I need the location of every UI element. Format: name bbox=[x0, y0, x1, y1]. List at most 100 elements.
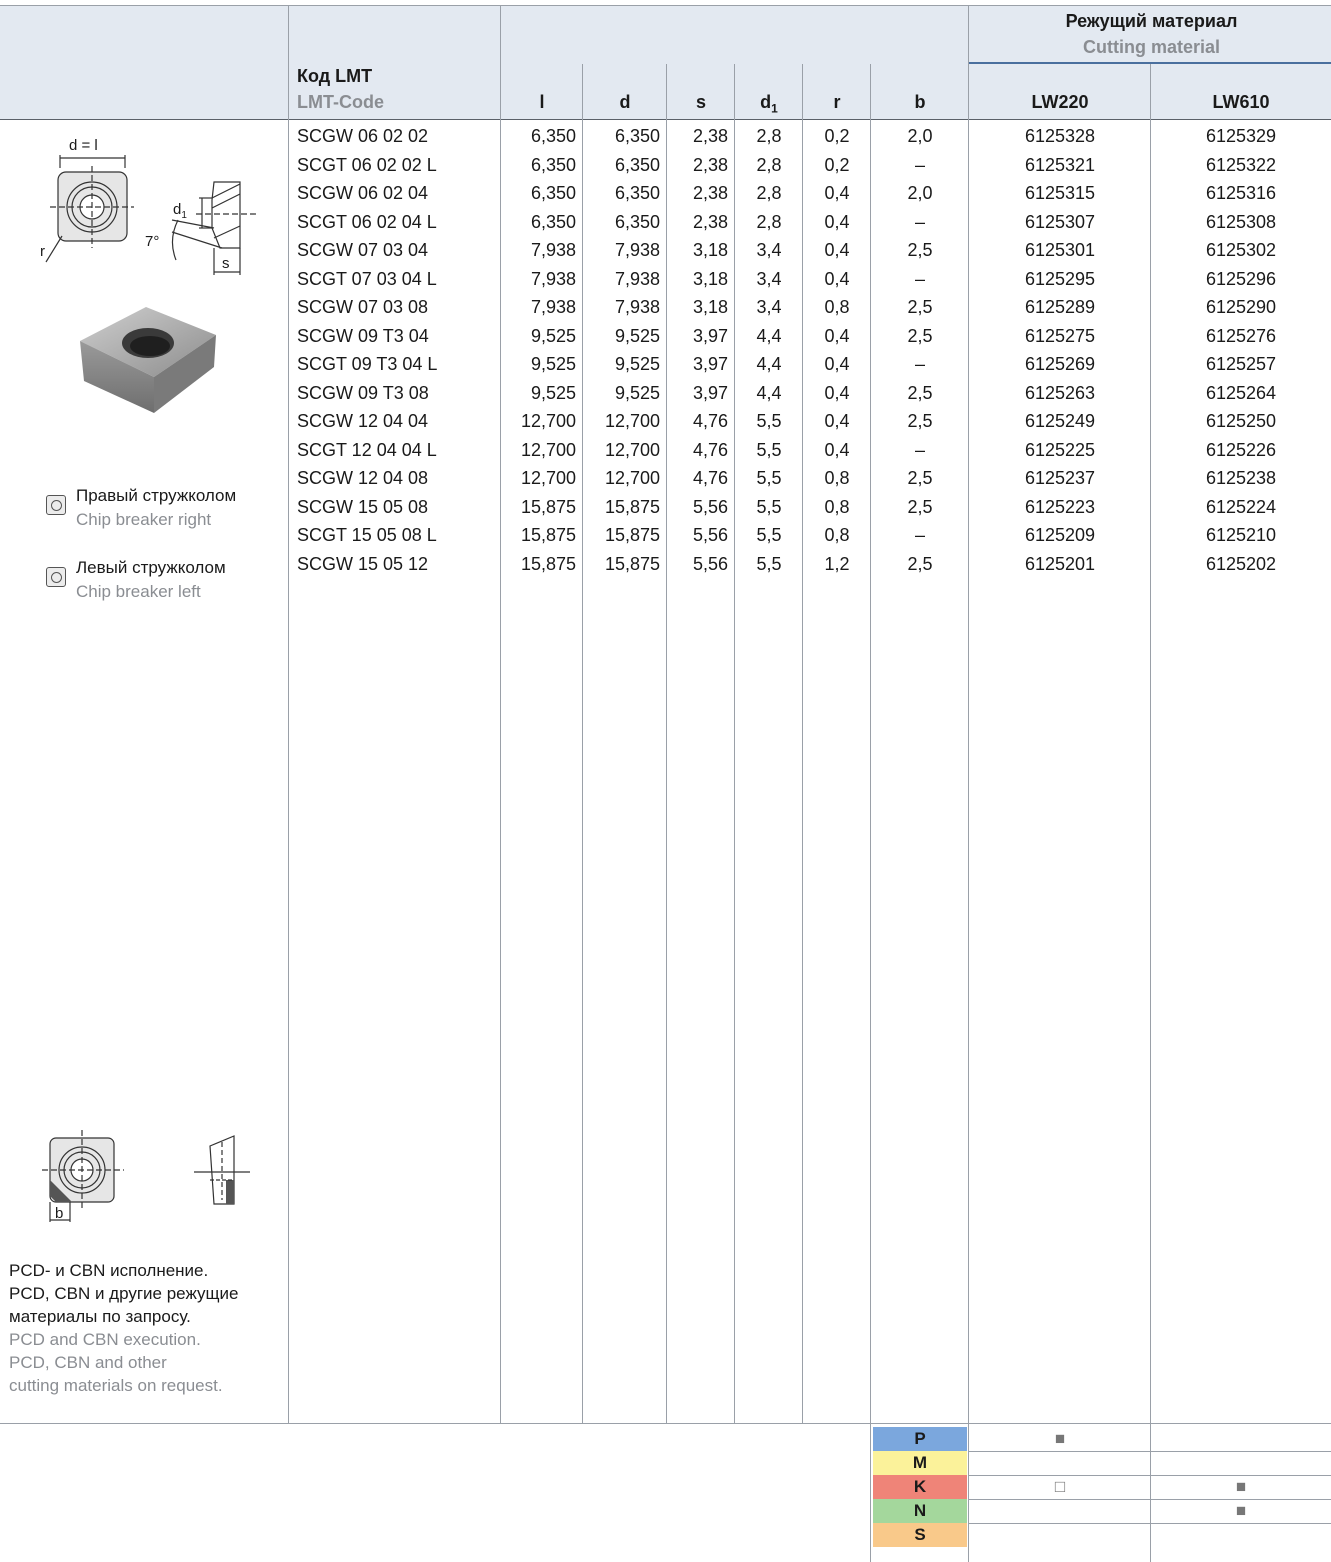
iso-group-k: K bbox=[873, 1475, 967, 1499]
cell-d: 9,525 bbox=[614, 325, 660, 346]
cell-s: 3,97 bbox=[692, 325, 728, 346]
cell-lw220: 6125289 bbox=[1024, 297, 1096, 318]
cell-lw220: 6125263 bbox=[1024, 382, 1096, 403]
cell-l: 7,938 bbox=[530, 297, 576, 318]
cell-lw220: 6125328 bbox=[1024, 126, 1096, 147]
cell-d: 7,938 bbox=[614, 268, 660, 289]
note-en-line: cutting materials on request. bbox=[9, 1376, 223, 1395]
cell-lw610: 6125322 bbox=[1205, 154, 1277, 175]
table-row: SCGW 15 05 12 15,875 15,875 5,56 5,5 1,2 2,5 61… bbox=[289, 550, 1331, 579]
note-ru-line: PCD, CBN и другие режущие bbox=[9, 1284, 239, 1303]
cell-l: 12,700 bbox=[520, 439, 576, 460]
cell-d1: 2,8 bbox=[756, 154, 782, 175]
cell-r: 0,4 bbox=[824, 268, 850, 289]
cell-r: 0,4 bbox=[824, 411, 850, 432]
dim-label-b: b bbox=[55, 1205, 63, 1222]
cell-r: 0,8 bbox=[824, 297, 850, 318]
dim-label-d1-base: d bbox=[173, 201, 181, 218]
cell-b: 2,5 bbox=[907, 553, 933, 574]
insert-table: SCGW 06 02 02 6,350 6,350 2,38 2,8 0,2 2,0 6125… bbox=[289, 122, 1331, 578]
table-row: SCGW 07 03 04 7,938 7,938 3,18 3,4 0,4 2,5 6125… bbox=[289, 236, 1331, 265]
table-row: SCGT 12 04 04 L 12,700 12,700 4,76 5,5 0,4 – 61… bbox=[289, 436, 1331, 465]
cell-b: 2,0 bbox=[907, 183, 933, 204]
iso-group-s: S bbox=[873, 1523, 967, 1547]
cell-r: 0,4 bbox=[824, 382, 850, 403]
cell-code: SCGT 07 03 04 L bbox=[297, 268, 437, 289]
cell-lw220: 6125237 bbox=[1024, 468, 1096, 489]
note-en-line: PCD, CBN and other bbox=[9, 1353, 167, 1372]
cell-b: – bbox=[914, 154, 925, 175]
cell-lw220: 6125201 bbox=[1024, 553, 1096, 574]
cell-lw220: 6125301 bbox=[1024, 240, 1096, 261]
iso-mark-lw610: ■ bbox=[1235, 1477, 1247, 1496]
iso-mark-lw220: □ bbox=[1054, 1477, 1066, 1496]
cell-lw610: 6125224 bbox=[1205, 496, 1277, 517]
col-header-d1: d1 bbox=[735, 92, 803, 116]
cell-lw610: 6125202 bbox=[1205, 553, 1277, 574]
cell-lw610: 6125264 bbox=[1205, 382, 1277, 403]
cell-code: SCGW 12 04 08 bbox=[297, 468, 429, 489]
cell-d: 9,525 bbox=[614, 382, 660, 403]
code-header-ru: Код LMT bbox=[297, 66, 373, 86]
cell-s: 3,97 bbox=[692, 354, 728, 375]
cell-lw220: 6125223 bbox=[1024, 496, 1096, 517]
cell-d: 6,350 bbox=[614, 183, 660, 204]
cell-s: 5,56 bbox=[692, 525, 728, 546]
cell-d: 7,938 bbox=[614, 297, 660, 318]
cell-lw610: 6125250 bbox=[1205, 411, 1277, 432]
cell-r: 0,4 bbox=[824, 240, 850, 261]
cell-l: 6,350 bbox=[530, 211, 576, 232]
cell-r: 0,4 bbox=[824, 211, 850, 232]
table-row: SCGW 06 02 04 6,350 6,350 2,38 2,8 0,4 2,0 6125… bbox=[289, 179, 1331, 208]
cell-lw610: 6125276 bbox=[1205, 325, 1277, 346]
dim-label-angle: 7° bbox=[145, 233, 159, 250]
chip-breaker-right-icon bbox=[46, 495, 66, 515]
cell-code: SCGW 09 T3 04 bbox=[297, 325, 429, 346]
cell-lw610: 6125238 bbox=[1205, 468, 1277, 489]
code-header-en: LMT-Code bbox=[297, 92, 384, 112]
cell-r: 0,8 bbox=[824, 468, 850, 489]
cell-r: 0,2 bbox=[824, 126, 850, 147]
table-row: SCGW 06 02 02 6,350 6,350 2,38 2,8 0,2 2,0 6125… bbox=[289, 122, 1331, 151]
cell-d: 6,350 bbox=[614, 126, 660, 147]
cell-l: 9,525 bbox=[530, 382, 576, 403]
cell-lw610: 6125302 bbox=[1205, 240, 1277, 261]
note-en: PCD and CBN execution. PCD, CBN and othe… bbox=[9, 1328, 223, 1397]
cell-l: 9,525 bbox=[530, 354, 576, 375]
cell-lw610: 6125308 bbox=[1205, 211, 1277, 232]
cell-r: 0,4 bbox=[824, 354, 850, 375]
cell-code: SCGW 07 03 08 bbox=[297, 297, 429, 318]
note-ru-line: материалы по запросу. bbox=[9, 1307, 191, 1326]
cell-code: SCGW 07 03 04 bbox=[297, 240, 429, 261]
cell-lw220: 6125269 bbox=[1024, 354, 1096, 375]
cell-r: 0,4 bbox=[824, 183, 850, 204]
cell-lw610: 6125290 bbox=[1205, 297, 1277, 318]
cell-b: – bbox=[914, 268, 925, 289]
cell-b: – bbox=[914, 211, 925, 232]
chip-breaker-left-icon bbox=[46, 567, 66, 587]
cell-d: 15,875 bbox=[604, 525, 660, 546]
cell-l: 15,875 bbox=[520, 525, 576, 546]
col-header-d1-sub: 1 bbox=[771, 101, 778, 116]
cell-d: 12,700 bbox=[604, 411, 660, 432]
cell-s: 2,38 bbox=[692, 154, 728, 175]
cell-code: SCGW 15 05 08 bbox=[297, 496, 429, 517]
cell-code: SCGT 06 02 04 L bbox=[297, 211, 437, 232]
cell-l: 12,700 bbox=[520, 411, 576, 432]
cell-s: 2,38 bbox=[692, 183, 728, 204]
cell-l: 9,525 bbox=[530, 325, 576, 346]
cell-l: 6,350 bbox=[530, 154, 576, 175]
cell-b: 2,0 bbox=[907, 126, 933, 147]
cell-s: 2,38 bbox=[692, 211, 728, 232]
cell-b: – bbox=[914, 354, 925, 375]
cell-lw220: 6125315 bbox=[1024, 183, 1096, 204]
note-en-line: PCD and CBN execution. bbox=[9, 1330, 201, 1349]
cell-s: 5,56 bbox=[692, 496, 728, 517]
cell-s: 3,18 bbox=[692, 268, 728, 289]
legend-left-ru: Левый стружколом bbox=[76, 558, 226, 577]
col-header-lw220: LW220 bbox=[1031, 92, 1089, 112]
legend-left-en: Chip breaker left bbox=[76, 582, 201, 601]
cell-l: 15,875 bbox=[520, 496, 576, 517]
cell-s: 3,97 bbox=[692, 382, 728, 403]
iso-mark-lw220: ■ bbox=[1054, 1429, 1066, 1448]
